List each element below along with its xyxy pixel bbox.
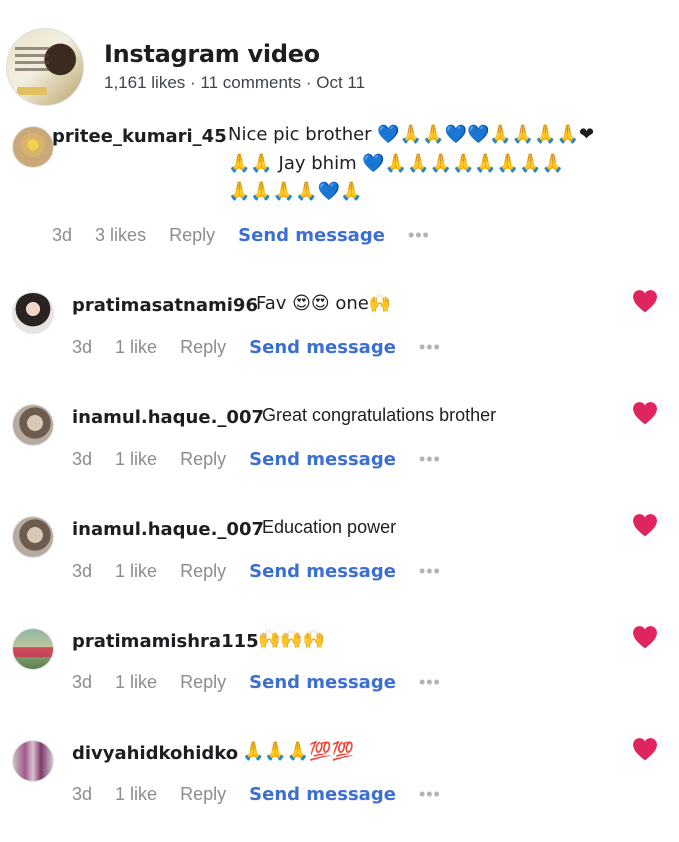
thumbnail-badge — [17, 87, 47, 95]
comment-text: Great congratulations brother — [262, 405, 497, 425]
post-meta: 1,161 likes · 11 comments · Oct 11 — [104, 73, 366, 92]
comment-time: 3d — [72, 337, 93, 357]
reply-button[interactable]: Reply — [180, 784, 226, 805]
comment-likes[interactable]: 1 like — [115, 337, 157, 358]
post-thumbnail[interactable] — [6, 28, 84, 106]
comment-item: divyahidkohidko 🙏🙏🙏💯💯 3d 1 like Reply Se… — [0, 728, 679, 818]
comment-text: 🙌🙌🙌 — [258, 629, 326, 650]
comment-username[interactable]: divyahidkohidko — [72, 743, 238, 764]
more-options-icon[interactable]: ••• — [408, 225, 430, 246]
comment-item: pritee_kumari_45 Nice pic brother 💙🙏🙏💙💙🙏… — [0, 118, 679, 253]
comment-likes[interactable]: 3 likes — [95, 225, 146, 246]
comment-likes[interactable]: 1 like — [115, 449, 157, 470]
comment-likes[interactable]: 1 like — [115, 561, 157, 582]
comment-actions: 3d 1 like Reply Send message ••• — [72, 337, 459, 358]
comment-item: pratimamishra115 🙌🙌🙌 3d 1 like Reply Sen… — [0, 616, 679, 706]
avatar[interactable] — [12, 126, 54, 168]
send-message-button[interactable]: Send message — [249, 449, 396, 470]
like-heart-icon[interactable] — [632, 513, 658, 537]
comment-actions: 3d 1 like Reply Send message ••• — [72, 672, 459, 693]
post-title[interactable]: Instagram video — [104, 40, 320, 68]
comment-text: 🙏🙏🙏💯💯 — [242, 741, 355, 762]
comment-username[interactable]: inamul.haque._007 — [72, 519, 264, 540]
reply-button[interactable]: Reply — [169, 225, 215, 246]
comment-likes[interactable]: 1 like — [115, 672, 157, 693]
send-message-button[interactable]: Send message — [238, 225, 385, 246]
comment-text-line-2: 🙏🙏 Jay bhim 💙🙏🙏🙏🙏🙏🙏🙏🙏 — [228, 153, 565, 174]
more-options-icon[interactable]: ••• — [419, 337, 441, 358]
comment-actions: 3d 3 likes Reply Send message ••• — [52, 225, 448, 246]
more-options-icon[interactable]: ••• — [419, 449, 441, 470]
avatar[interactable] — [12, 404, 54, 446]
avatar[interactable] — [12, 292, 54, 334]
send-message-button[interactable]: Send message — [249, 337, 396, 358]
comment-username[interactable]: inamul.haque._007 — [72, 407, 264, 428]
avatar[interactable] — [12, 516, 54, 558]
comment-likes[interactable]: 1 like — [115, 784, 157, 805]
comment-text: Education power — [262, 517, 397, 537]
avatar[interactable] — [12, 740, 54, 782]
comment-actions: 3d 1 like Reply Send message ••• — [72, 784, 459, 805]
comment-actions: 3d 1 like Reply Send message ••• — [72, 449, 459, 470]
send-message-button[interactable]: Send message — [249, 672, 396, 693]
like-heart-icon[interactable] — [632, 289, 658, 313]
like-heart-icon[interactable] — [632, 737, 658, 761]
comment-item: pratimasatnami96 Fav 😍😍 one🙌 3d 1 like R… — [0, 280, 679, 370]
send-message-button[interactable]: Send message — [249, 784, 396, 805]
more-options-icon[interactable]: ••• — [419, 561, 441, 582]
comment-item: inamul.haque._007 Great congratulations … — [0, 392, 679, 482]
comment-item: inamul.haque._007 Education power 3d 1 l… — [0, 504, 679, 594]
comment-text-line-1: Nice pic brother 💙🙏🙏💙💙🙏🙏🙏🙏❤ — [228, 124, 595, 145]
reply-button[interactable]: Reply — [180, 449, 226, 470]
comment-time: 3d — [52, 225, 73, 245]
comment-actions: 3d 1 like Reply Send message ••• — [72, 561, 459, 582]
comment-time: 3d — [72, 784, 93, 804]
more-options-icon[interactable]: ••• — [419, 672, 441, 693]
comment-username[interactable]: pratimasatnami96 — [72, 295, 258, 316]
like-heart-icon[interactable] — [632, 401, 658, 425]
comment-text: Fav 😍😍 one🙌 — [256, 293, 392, 314]
comment-username[interactable]: pratimamishra115 — [72, 631, 259, 652]
reply-button[interactable]: Reply — [180, 672, 226, 693]
thumbnail-text-lines — [15, 47, 49, 75]
more-options-icon[interactable]: ••• — [419, 784, 441, 805]
post-header: Instagram video 1,161 likes · 11 comment… — [0, 0, 679, 110]
reply-button[interactable]: Reply — [180, 561, 226, 582]
comment-time: 3d — [72, 449, 93, 469]
comment-time: 3d — [72, 561, 93, 581]
comment-time: 3d — [72, 672, 93, 692]
comment-text-line-3: 🙏🙏🙏🙏💙🙏 — [228, 181, 363, 202]
reply-button[interactable]: Reply — [180, 337, 226, 358]
like-heart-icon[interactable] — [632, 625, 658, 649]
avatar[interactable] — [12, 628, 54, 670]
send-message-button[interactable]: Send message — [249, 561, 396, 582]
comment-username[interactable]: pritee_kumari_45 — [52, 126, 227, 147]
